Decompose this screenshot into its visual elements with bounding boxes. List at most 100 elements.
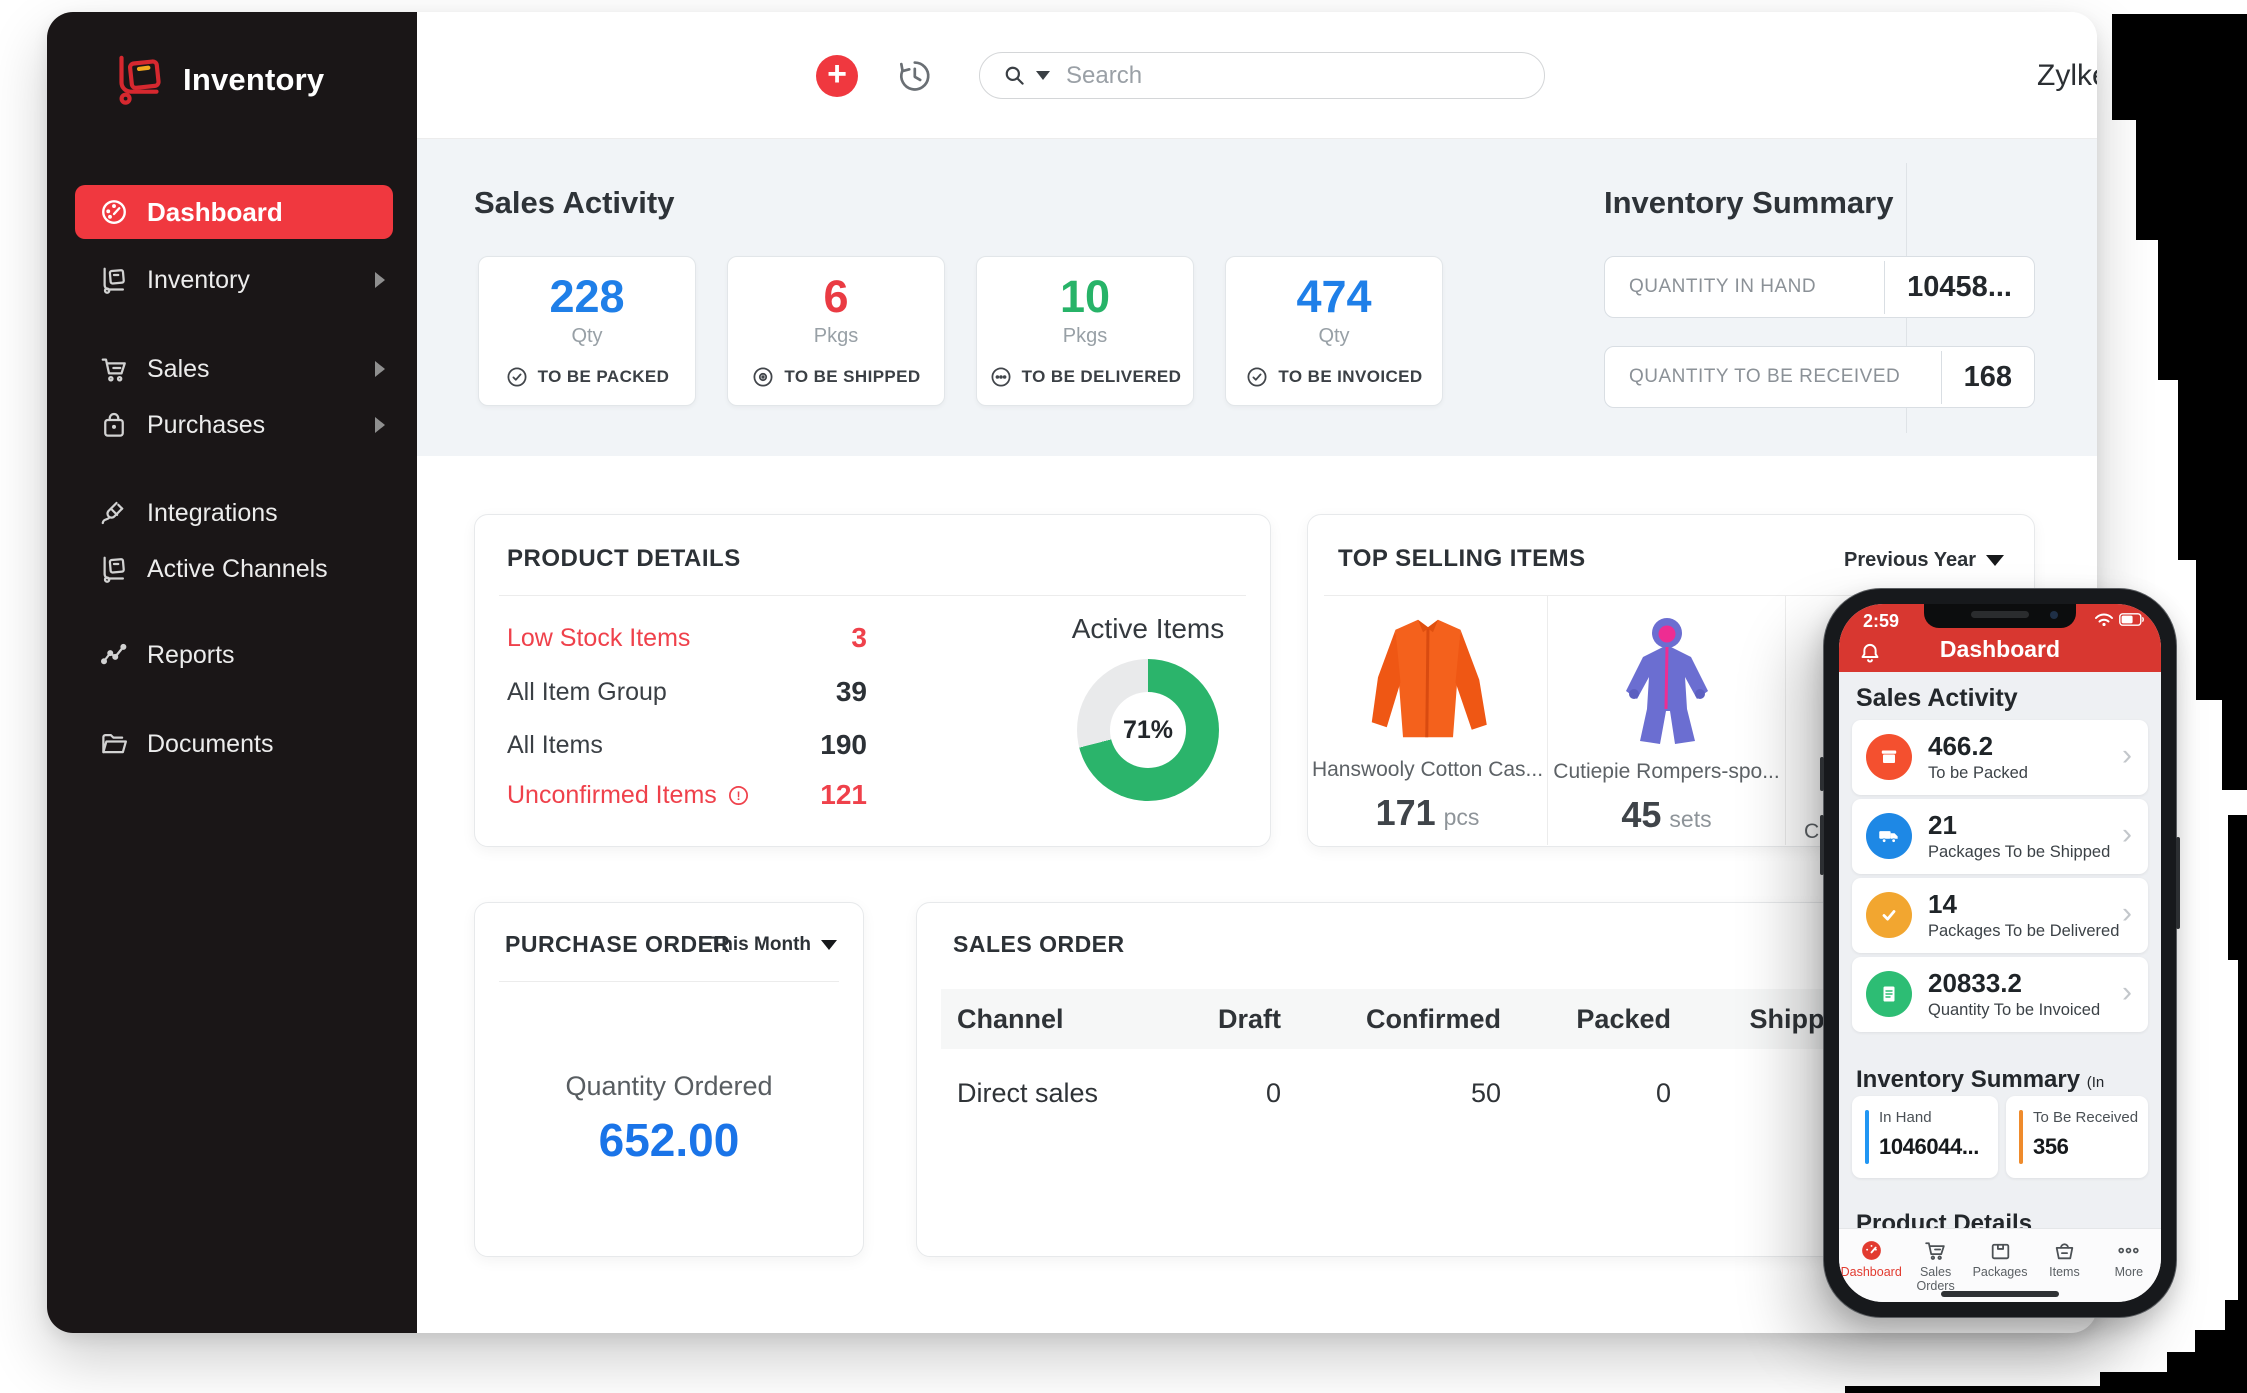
all-items-row[interactable]: All Items 190: [507, 724, 867, 766]
phone-to-be-shipped-card: 21 Packages To be Shipped ›: [1852, 799, 2148, 874]
to-be-packed-card[interactable]: 228 Qty TO BE PACKED: [478, 256, 696, 406]
chevron-right-icon: ›: [2122, 975, 2132, 1009]
phone-tab-dashboard: Dashboard: [1839, 1229, 1903, 1302]
sidebar-item-integrations[interactable]: Integrations: [75, 489, 393, 537]
dots-circle-icon: [989, 365, 1013, 389]
phone-tab-more: More: [2097, 1229, 2161, 1302]
plug-icon: [99, 498, 129, 528]
expand-caret-icon: [375, 361, 385, 377]
product-details-panel: PRODUCT DETAILS Low Stock Items 3 All It…: [474, 514, 1271, 847]
phone-to-be-received-card: To Be Received 356: [2006, 1096, 2148, 1178]
org-switcher[interactable]: Zylker: [2037, 12, 2097, 139]
box-icon: [1988, 1238, 2013, 1263]
to-be-shipped-card[interactable]: 6 Pkgs TO BE SHIPPED: [727, 256, 945, 406]
artifact-stair: [2178, 380, 2247, 560]
quick-create-button[interactable]: +: [816, 55, 858, 97]
check-circle-icon: [1245, 365, 1269, 389]
gauge-icon: [99, 197, 129, 227]
expand-caret-icon: [375, 417, 385, 433]
tab-label: Packages: [1968, 1265, 2032, 1279]
more-dots-icon: [2116, 1238, 2141, 1263]
info-icon[interactable]: !: [727, 784, 750, 807]
phone-power-button: [2176, 837, 2180, 929]
tab-label: More: [2097, 1265, 2161, 1279]
row-label: QUANTITY IN HAND: [1629, 276, 1884, 298]
bag-icon: [99, 410, 129, 440]
trend-chart-icon: [99, 640, 129, 670]
org-name: Zylker: [2037, 59, 2097, 93]
basket-icon: [2052, 1238, 2077, 1263]
sidebar-item-label: Reports: [147, 641, 235, 670]
cart-icon: [1923, 1238, 1948, 1263]
global-search[interactable]: Search: [979, 52, 1545, 99]
phone-screen: 2:59 Dashboard: [1839, 604, 2161, 1302]
sidebar-item-inventory[interactable]: Inventory: [75, 256, 393, 304]
topbar: + Search Zylker: [417, 12, 2097, 139]
cell-packed: 0: [1501, 1078, 1671, 1109]
top-item-2[interactable]: Cutiepie Rompers-spo... 45sets: [1548, 596, 1785, 845]
active-items-donut: 71%: [1077, 659, 1219, 801]
app-logo[interactable]: Inventory: [111, 52, 324, 108]
dropdown-caret-icon: [821, 940, 837, 950]
sales-activity-strip: Sales Activity 228 Qty TO BE PACKED 6 Pk…: [417, 139, 2097, 456]
phone-status-icons: [2094, 612, 2145, 626]
row-value: 168: [1941, 351, 2034, 404]
sidebar-item-label: Integrations: [147, 499, 278, 528]
to-be-invoiced-card[interactable]: 474 Qty TO BE INVOICED: [1225, 256, 1443, 406]
quantity-in-hand-row[interactable]: QUANTITY IN HAND 10458...: [1604, 256, 2035, 318]
all-item-group-row[interactable]: All Item Group 39: [507, 671, 867, 713]
page-root: { "app": { "title": "Inventory" }, "icon…: [0, 0, 2247, 1393]
card-unit: Pkgs: [728, 325, 944, 348]
artifact-stair: [2228, 815, 2247, 960]
sidebar-item-label: Inventory: [147, 266, 250, 295]
accent-bar: [2019, 1110, 2023, 1164]
check-circle-icon: [505, 365, 529, 389]
phone-notch: [1924, 604, 2076, 628]
recent-history-button[interactable]: [895, 57, 933, 95]
card-label: Quantity To be Invoiced: [1928, 1001, 2100, 1020]
artifact-stair: [2100, 1372, 2167, 1393]
item-unit: pcs: [1444, 804, 1480, 830]
sidebar-item-sales[interactable]: Sales: [75, 345, 393, 393]
plus-icon: +: [827, 57, 847, 91]
period-label: Previous Year: [1844, 549, 1976, 572]
sidebar-item-label: Documents: [147, 730, 273, 759]
artifact-stair: [2167, 1352, 2195, 1393]
top-item-1[interactable]: Hanswooly Cotton Cas... 171pcs: [1308, 596, 1547, 845]
quantity-to-be-received-row[interactable]: QUANTITY TO BE RECEIVED 168: [1604, 346, 2035, 408]
artifact-stair: [2196, 560, 2247, 700]
sidebar-item-label: Sales: [147, 355, 210, 384]
period-dropdown[interactable]: Previous Year: [1844, 549, 2004, 572]
dashboard-window: Inventory Dashboard Inventory: [47, 12, 2097, 1333]
truck-icon: [1866, 813, 1912, 859]
card-unit: Qty: [1226, 325, 1442, 348]
card-value: 14: [1928, 889, 1957, 920]
unconfirmed-items-row[interactable]: Unconfirmed Items ! 121: [507, 774, 867, 816]
purchase-order-panel: PURCHASE ORDER This Month Quantity Order…: [474, 902, 864, 1257]
card-value: 474: [1226, 271, 1442, 323]
column-header: Draft: [1171, 1004, 1281, 1035]
hand-truck-icon: [99, 265, 129, 295]
chevron-right-icon: ›: [2122, 738, 2132, 772]
phone-to-be-delivered-card: 14 Packages To be Delivered ›: [1852, 878, 2148, 953]
mini-label: In Hand: [1879, 1109, 1932, 1126]
to-be-delivered-card[interactable]: 10 Pkgs TO BE DELIVERED: [976, 256, 1194, 406]
period-dropdown[interactable]: This Month: [710, 934, 837, 956]
search-scope-caret-icon[interactable]: [1036, 71, 1050, 80]
sidebar-item-active-channels[interactable]: Active Channels: [75, 545, 393, 593]
artifact-stair: [1845, 1386, 2100, 1393]
row-value: 190: [820, 729, 867, 761]
sidebar-item-dashboard[interactable]: Dashboard: [75, 185, 393, 239]
sidebar-item-documents[interactable]: Documents: [75, 720, 393, 768]
accent-bar: [1865, 1110, 1869, 1164]
sidebar-item-label: Purchases: [147, 411, 265, 440]
metric-value: 652.00: [475, 1113, 863, 1167]
chevron-right-icon: ›: [2122, 817, 2132, 851]
low-stock-items-row[interactable]: Low Stock Items 3: [507, 617, 867, 659]
row-value: 10458...: [1884, 261, 2034, 314]
sidebar-item-purchases[interactable]: Purchases: [75, 401, 393, 449]
sidebar-item-reports[interactable]: Reports: [75, 631, 393, 679]
artifact-stair: [2112, 14, 2247, 120]
package-icon: [1866, 734, 1912, 780]
row-label: Unconfirmed Items: [507, 781, 717, 810]
